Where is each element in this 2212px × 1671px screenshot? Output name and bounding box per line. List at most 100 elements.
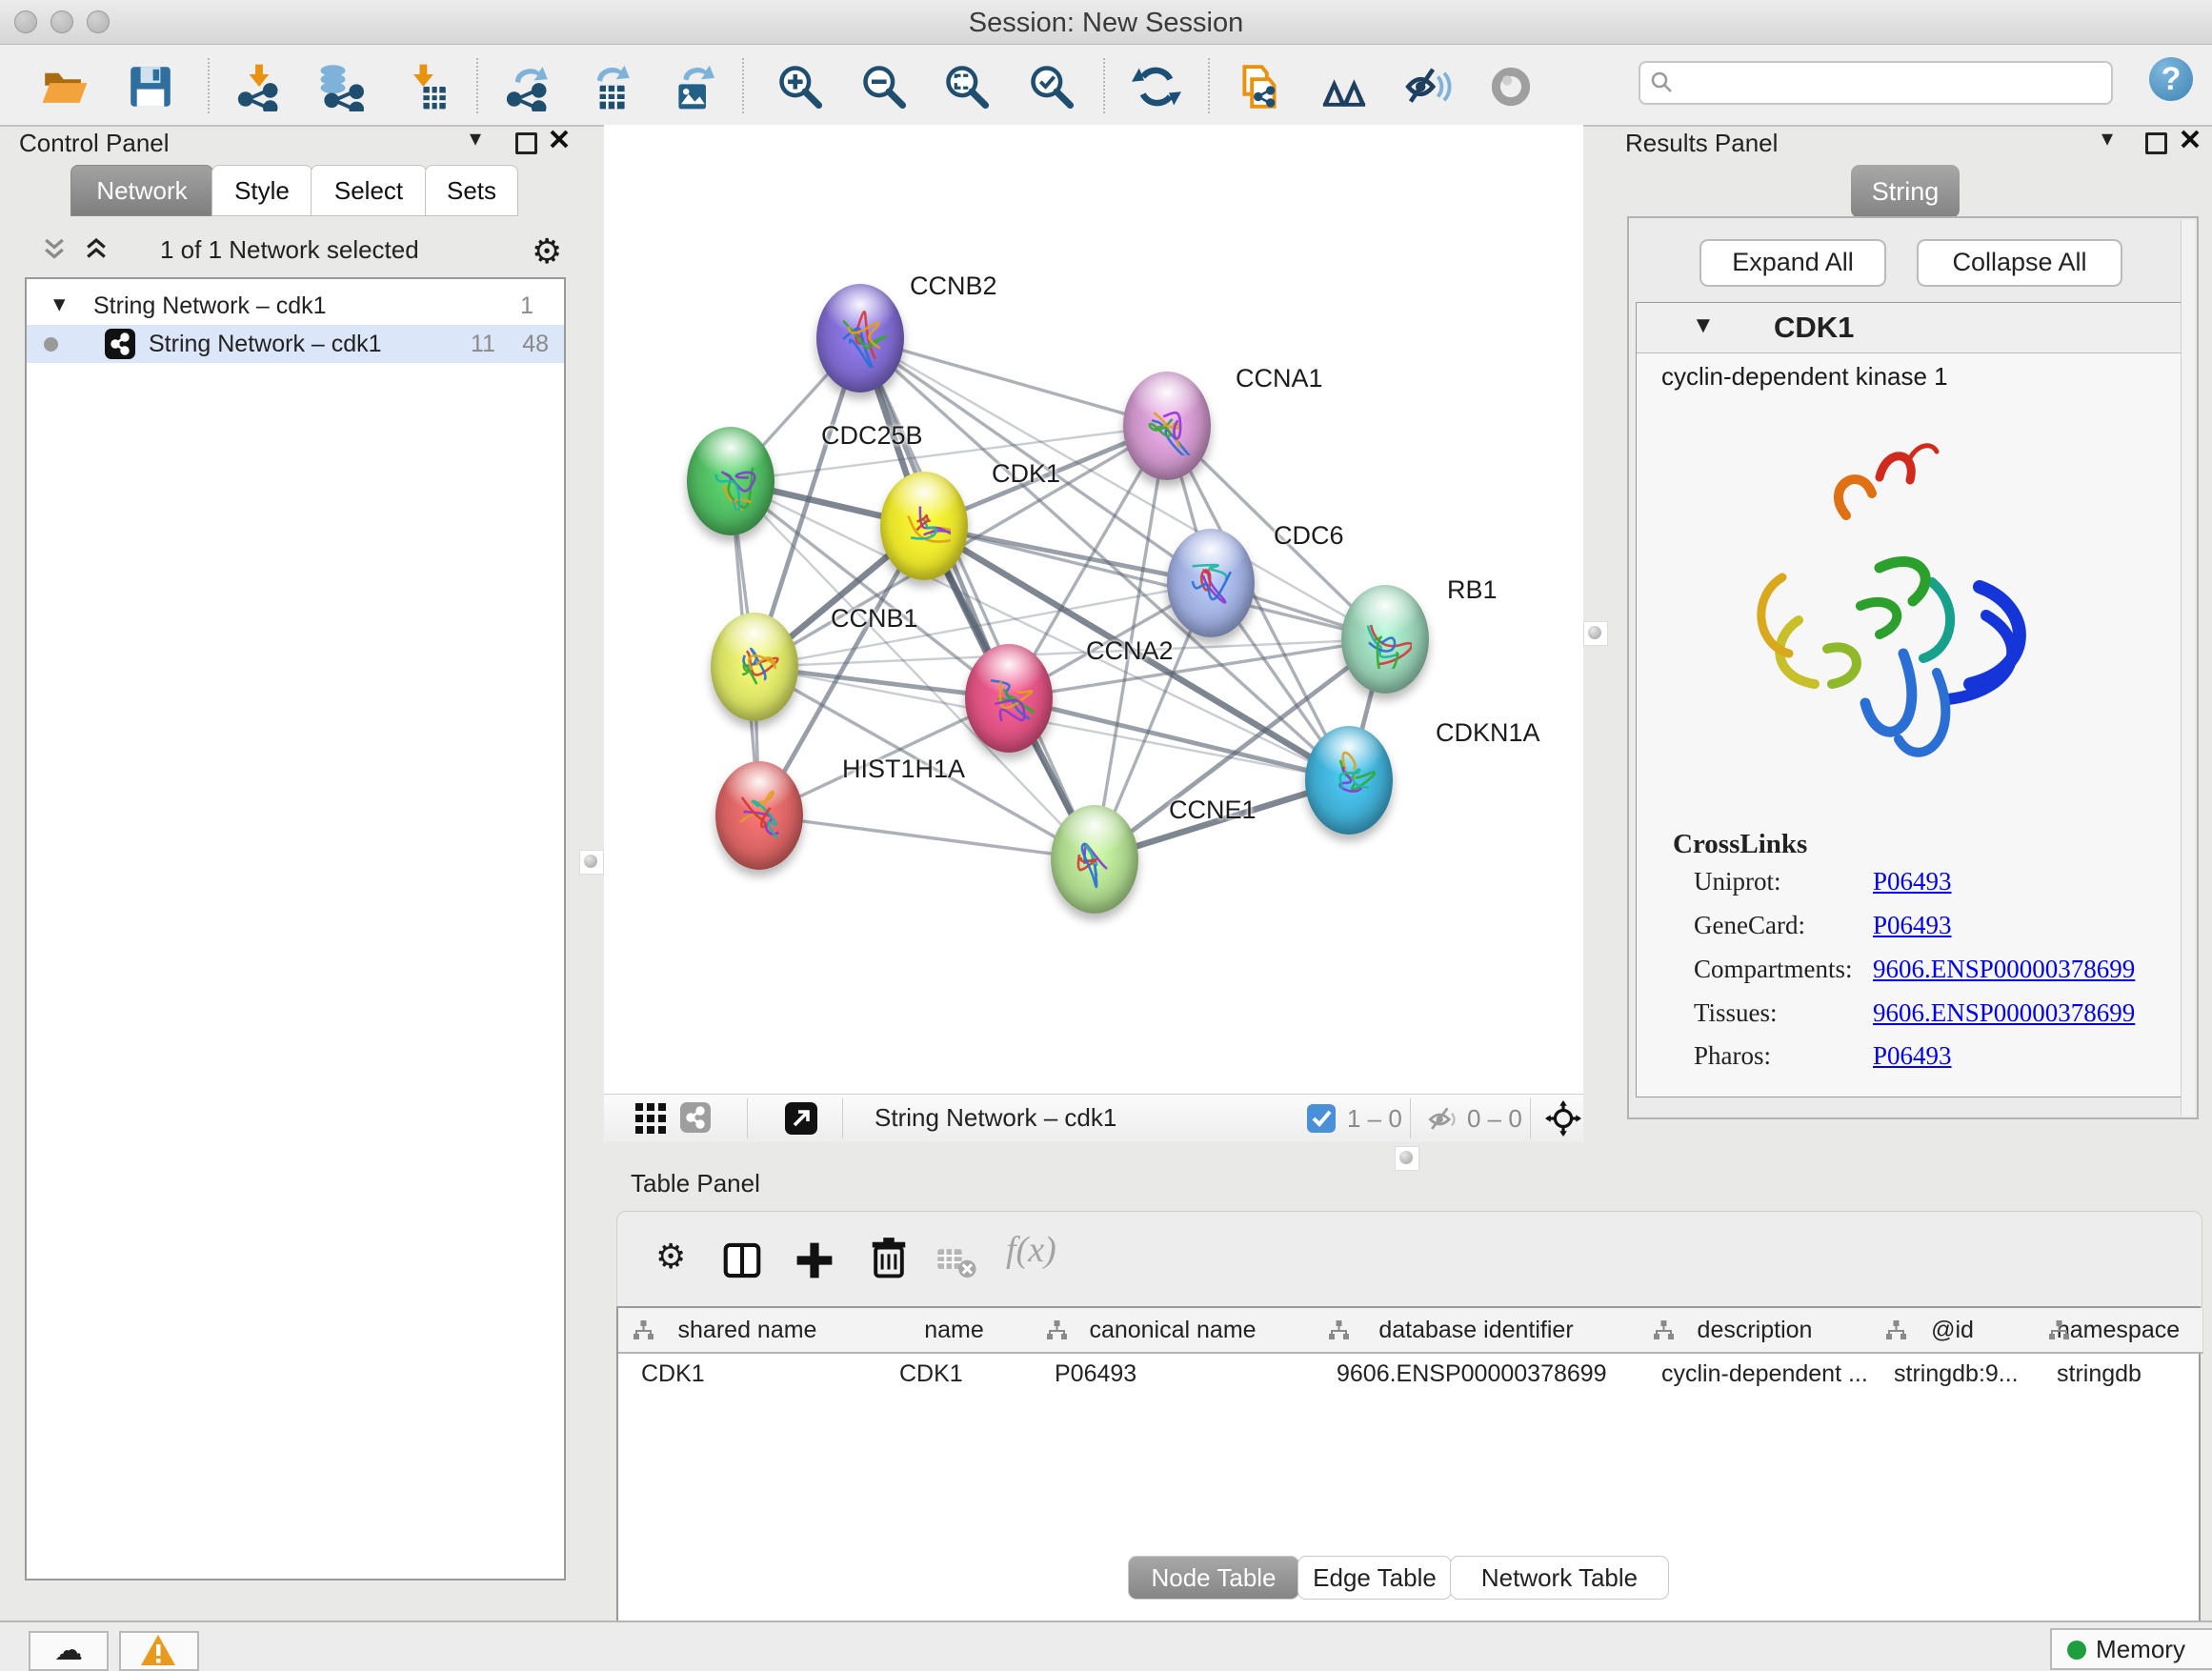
panel-float-icon[interactable] <box>2145 132 2167 154</box>
protein-node-cdkn1a[interactable] <box>1305 726 1393 835</box>
delete-table-icon[interactable] <box>935 1240 979 1289</box>
column-header-id[interactable]: @id <box>1871 1308 2035 1354</box>
export-image-icon[interactable] <box>669 62 718 111</box>
zoom-in-icon[interactable] <box>775 62 825 111</box>
table-cell[interactable]: CDK1 <box>618 1354 876 1394</box>
show-columns-icon[interactable] <box>720 1238 764 1287</box>
table-cell[interactable]: P06493 <box>1032 1354 1314 1394</box>
warnings-button[interactable] <box>119 1631 199 1671</box>
export-table-icon[interactable] <box>585 62 634 111</box>
warning-icon <box>139 1633 177 1667</box>
protein-node-ccna1[interactable] <box>1123 372 1211 480</box>
crosslink-genecard[interactable]: P06493 <box>1873 911 1952 940</box>
delete-column-icon[interactable] <box>867 1237 911 1285</box>
tab-select[interactable]: Select <box>311 165 427 216</box>
collapse-all-icon[interactable] <box>40 235 69 271</box>
protein-node-ccnb2[interactable] <box>816 284 904 393</box>
protein-node-cdc6[interactable] <box>1167 529 1255 637</box>
node-table[interactable]: shared namenamecanonical namedatabase id… <box>616 1306 2201 1671</box>
tree-collapse-icon[interactable]: ▾ <box>53 285 66 323</box>
right-splitter-handle[interactable] <box>1583 621 1608 646</box>
crosslink-uniprot[interactable]: P06493 <box>1873 867 1952 896</box>
graphics-details-icon[interactable] <box>1486 62 1536 111</box>
expand-all-button[interactable]: Expand All <box>1699 239 1886 287</box>
panel-menu-icon[interactable]: ▾ <box>470 125 481 152</box>
table-cell[interactable]: 9606.ENSP00000378699 <box>1314 1354 1639 1394</box>
table-cell[interactable]: stringdb <box>2034 1354 2202 1394</box>
help-icon[interactable]: ? <box>2149 57 2193 101</box>
expand-all-icon[interactable] <box>82 235 111 271</box>
thumbnail-grid-icon[interactable] <box>634 1102 667 1141</box>
protein-node-ccne1[interactable] <box>1051 805 1138 914</box>
crosslink-label: GeneCard: <box>1694 911 1805 939</box>
panel-close-icon[interactable] <box>2180 129 2201 156</box>
network-collection-row[interactable]: ▾ String Network – cdk1 1 <box>27 287 564 325</box>
zoom-out-icon[interactable] <box>859 62 909 111</box>
network-options-gear-icon[interactable]: ⚙ <box>532 232 562 272</box>
clone-network-icon[interactable] <box>1235 62 1284 111</box>
selected-checkbox-icon[interactable] <box>1307 1104 1336 1133</box>
table-options-gear-icon[interactable]: ⚙ <box>655 1237 686 1277</box>
collapse-all-button[interactable]: Collapse All <box>1917 239 2122 287</box>
edge-layer <box>604 125 1583 1094</box>
export-network-icon[interactable] <box>503 62 553 111</box>
cloud-button[interactable]: ☁ <box>29 1631 109 1671</box>
zoom-selected-icon[interactable] <box>1027 62 1076 111</box>
cdk1-section-header[interactable]: ▼ CDK1 <box>1637 303 2187 353</box>
table-cell[interactable]: stringdb:9... <box>1871 1354 2034 1394</box>
zoom-fit-icon[interactable] <box>942 62 992 111</box>
open-session-icon[interactable] <box>40 62 90 111</box>
import-table-icon[interactable] <box>401 62 451 111</box>
protein-node-cdk1[interactable] <box>880 472 968 580</box>
birds-eye-view-icon[interactable] <box>1545 1100 1581 1143</box>
control-panel: Control Panel ▾ Network Style Select Set… <box>8 127 570 1609</box>
tab-node-table[interactable]: Node Table <box>1128 1556 1299 1600</box>
table-cell[interactable]: CDK1 <box>876 1354 1032 1394</box>
protein-node-hist1h1a[interactable] <box>715 761 803 870</box>
tab-style[interactable]: Style <box>211 165 312 216</box>
column-header-databaseidentifier[interactable]: database identifier <box>1314 1308 1639 1354</box>
tab-network[interactable]: Network <box>70 165 213 216</box>
network-view-type-icon[interactable] <box>680 1102 711 1133</box>
hide-unhide-icon[interactable] <box>1403 62 1453 111</box>
control-panel-title: Control Panel <box>19 129 170 158</box>
column-header-sharedname[interactable]: shared name <box>618 1308 877 1354</box>
panel-close-icon[interactable] <box>549 129 570 156</box>
memory-button[interactable]: Memory <box>2050 1628 2212 1670</box>
column-header-canonicalname[interactable]: canonical name <box>1032 1308 1315 1354</box>
open-in-browser-icon[interactable] <box>785 1102 817 1135</box>
function-builder-icon[interactable]: f(x) <box>1006 1229 1056 1271</box>
tab-network-table[interactable]: Network Table <box>1450 1556 1669 1600</box>
create-column-icon[interactable] <box>793 1238 836 1287</box>
section-collapse-icon[interactable]: ▼ <box>1692 312 1715 339</box>
network-canvas[interactable]: CCNB2CCNA1CDC25BCDK1CDC6RB1CCNB1CCNA2CDK… <box>604 125 1583 1094</box>
crosslink-tissues[interactable]: 9606.ENSP00000378699 <box>1873 998 2135 1028</box>
tab-string[interactable]: String <box>1851 165 1960 218</box>
column-header-namespace[interactable]: namespace <box>2034 1308 2203 1354</box>
import-network-from-database-icon[interactable] <box>314 62 364 111</box>
network-row[interactable]: String Network – cdk1 11 48 <box>27 325 564 363</box>
protein-node-rb1[interactable] <box>1341 585 1429 694</box>
crosslinks-title: CrossLinks <box>1673 829 1807 860</box>
table-cell[interactable]: cyclin-dependent ... <box>1639 1354 1871 1394</box>
protein-node-cdc25b[interactable] <box>687 427 774 535</box>
left-splitter-handle[interactable] <box>579 850 604 875</box>
panel-menu-icon[interactable]: ▾ <box>2101 125 2113 152</box>
protein-node-ccnb1[interactable] <box>711 613 798 721</box>
crosslink-pharos[interactable]: P06493 <box>1873 1041 1952 1071</box>
protein-node-ccna2[interactable] <box>965 644 1053 753</box>
tab-sets[interactable]: Sets <box>425 165 518 216</box>
collection-label: String Network – cdk1 <box>93 287 327 325</box>
column-header-description[interactable]: description <box>1639 1308 1872 1354</box>
tab-edge-table[interactable]: Edge Table <box>1297 1556 1452 1600</box>
results-scrollbar[interactable] <box>2181 220 2195 1116</box>
string-home-icon[interactable] <box>1319 62 1369 111</box>
save-session-icon[interactable] <box>126 62 175 111</box>
refresh-icon[interactable] <box>1132 62 1181 111</box>
crosslink-compartments[interactable]: 9606.ENSP00000378699 <box>1873 955 2135 984</box>
hidden-eye-icon[interactable] <box>1425 1102 1459 1143</box>
column-header-name[interactable]: name <box>876 1308 1033 1354</box>
panel-float-icon[interactable] <box>515 132 537 154</box>
search-input[interactable] <box>1639 61 2113 105</box>
import-network-icon[interactable] <box>234 62 284 111</box>
